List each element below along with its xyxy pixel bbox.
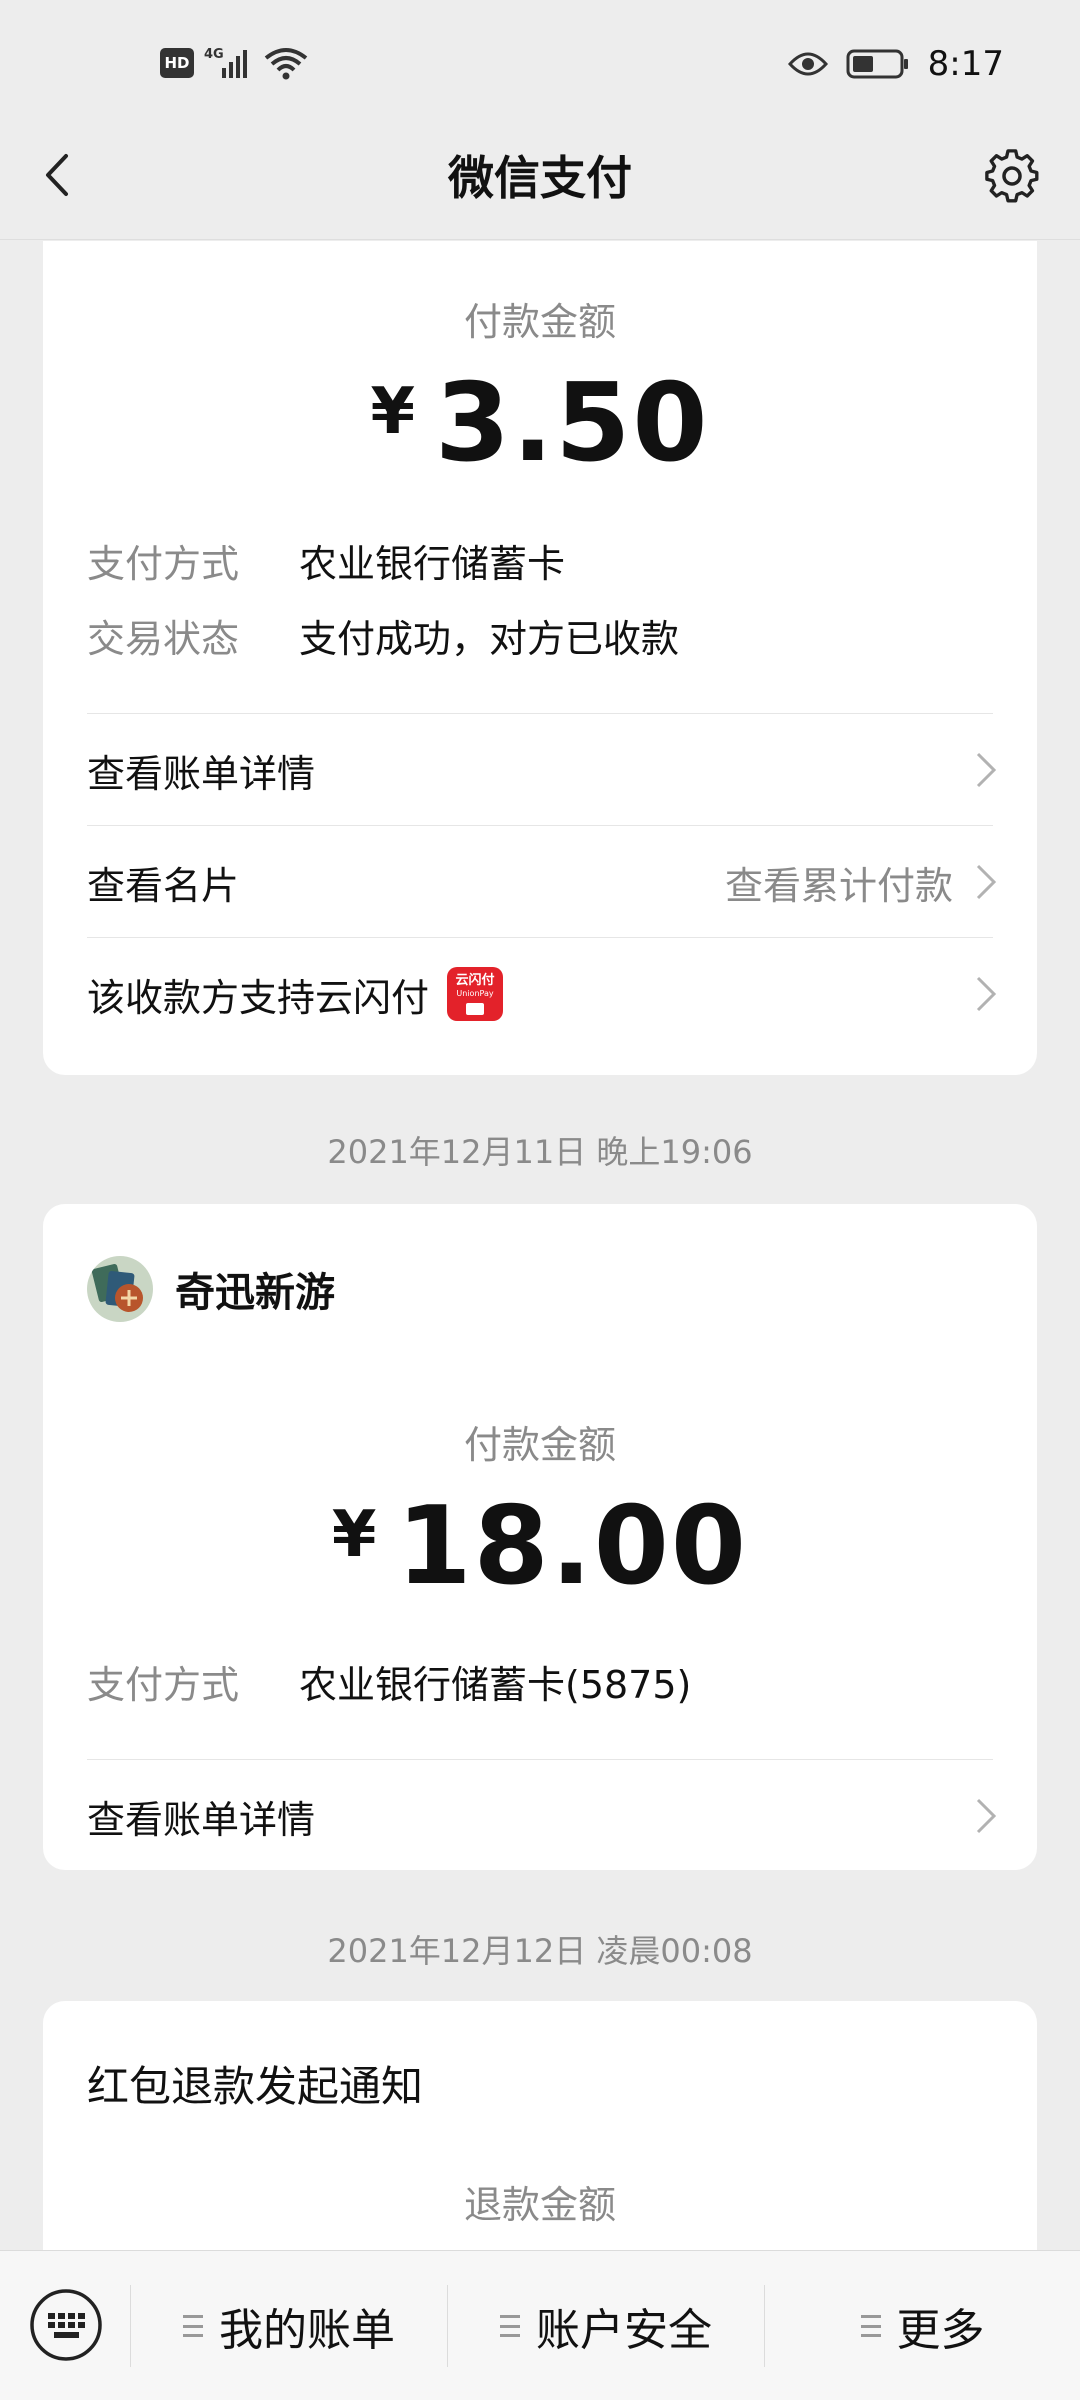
clock: 8:17 [927,44,1004,84]
menu-label: 账户安全 [536,2305,712,2356]
card-title: 红包退款发起通知 [87,2062,424,2111]
unionpay-logo-subtext: UnionPay [456,989,494,998]
merchant-header[interactable]: 奇迅新游 [87,1256,335,1322]
eye-icon [787,52,828,76]
menu-label: 我的账单 [219,2305,395,2356]
message-timestamp: 2021年12月11日 晚上19:06 [327,1133,753,1171]
currency-symbol: ¥ [370,374,416,449]
gear-icon[interactable] [984,148,1040,204]
menu-account-security[interactable]: 账户安全 [448,2251,764,2400]
merchant-name: 奇迅新游 [175,1270,335,1316]
battery-icon [846,49,908,79]
link-label: 查看名片 [87,863,240,908]
page-title: 微信支付 [448,150,632,205]
link-label: 该收款方支持云闪付 [87,975,430,1020]
wifi-icon [264,48,308,80]
chevron-right-icon [976,752,997,788]
view-cumulative-payment-label: 查看累计付款 [724,863,953,908]
view-bill-details-link[interactable]: 查看账单详情 [87,715,997,825]
divider [87,937,993,938]
info-row-payment-method: 支付方式 农业银行储蓄卡 [87,533,565,588]
chevron-right-icon [976,1798,997,1834]
info-row-status: 交易状态 支付成功，对方已收款 [87,608,679,663]
amount-label: 付款金额 [463,300,616,344]
currency-symbol: ¥ [331,1497,377,1572]
menu-lines-icon [500,2315,520,2337]
amount-value: 18.00 [396,1484,749,1609]
status-right: 8:17 [787,44,1004,84]
amount-display: ¥ 18.00 [43,1484,1037,1609]
info-value: 农业银行储蓄卡(5875) [299,1663,692,1707]
info-value: 支付成功，对方已收款 [299,617,680,661]
keyboard-icon[interactable] [28,2287,104,2363]
message-timestamp: 2021年12月12日 凌晨00:08 [327,1932,753,1970]
amount-label: 退款金额 [463,2183,616,2227]
amount-value: 3.50 [435,361,710,486]
unionpay-logo-text: 云闪付 [455,973,495,988]
bottom-menu-bar: 我的账单 账户安全 更多 [0,2250,1080,2400]
divider [87,713,993,714]
network-label: 4G [204,47,224,62]
info-row-payment-method: 支付方式 农业银行储蓄卡(5875) [87,1654,691,1709]
signal-icon: 4G [204,47,247,78]
view-card-link[interactable]: 查看名片 查看累计付款 [87,827,997,937]
menu-my-bills[interactable]: 我的账单 [131,2251,447,2400]
view-bill-details-link[interactable]: 查看账单详情 [87,1761,997,1871]
divider [87,1759,993,1760]
payment-card: 奇迅新游 付款金额 ¥ 18.00 支付方式 农业银行储蓄卡(5875) 查看账… [43,1204,1037,1870]
back-icon[interactable] [34,150,84,200]
unionpay-support-link[interactable]: 该收款方支持云闪付 云闪付 UnionPay [87,939,997,1049]
info-key: 交易状态 [87,617,240,661]
info-key: 支付方式 [87,542,240,586]
info-key: 支付方式 [87,1663,240,1707]
divider [87,825,993,826]
hd-badge: HD [160,48,194,78]
chevron-right-icon [976,976,997,1012]
menu-more[interactable]: 更多 [765,2251,1080,2400]
chevron-right-icon [976,864,997,900]
message-list[interactable]: 付款金额 ¥ 3.50 支付方式 农业银行储蓄卡 交易状态 支付成功，对方已收款… [0,241,1080,2250]
link-label: 查看账单详情 [87,1797,316,1842]
menu-label: 更多 [896,2305,985,2356]
nav-bar: 微信支付 [0,110,1080,240]
payment-card: 付款金额 ¥ 3.50 支付方式 农业银行储蓄卡 交易状态 支付成功，对方已收款… [43,241,1037,1075]
amount-label: 付款金额 [463,1423,616,1467]
refund-card: 红包退款发起通知 退款金额 [43,2001,1037,2250]
link-label: 查看账单详情 [87,751,316,796]
info-value: 农业银行储蓄卡 [299,542,566,586]
status-left: HD 4G [160,46,308,80]
amount-display: ¥ 3.50 [43,361,1037,486]
menu-lines-icon [860,2315,881,2337]
unionpay-quickpass-icon: 云闪付 UnionPay [447,967,504,1021]
merchant-avatar [87,1256,153,1322]
menu-lines-icon [183,2315,203,2337]
